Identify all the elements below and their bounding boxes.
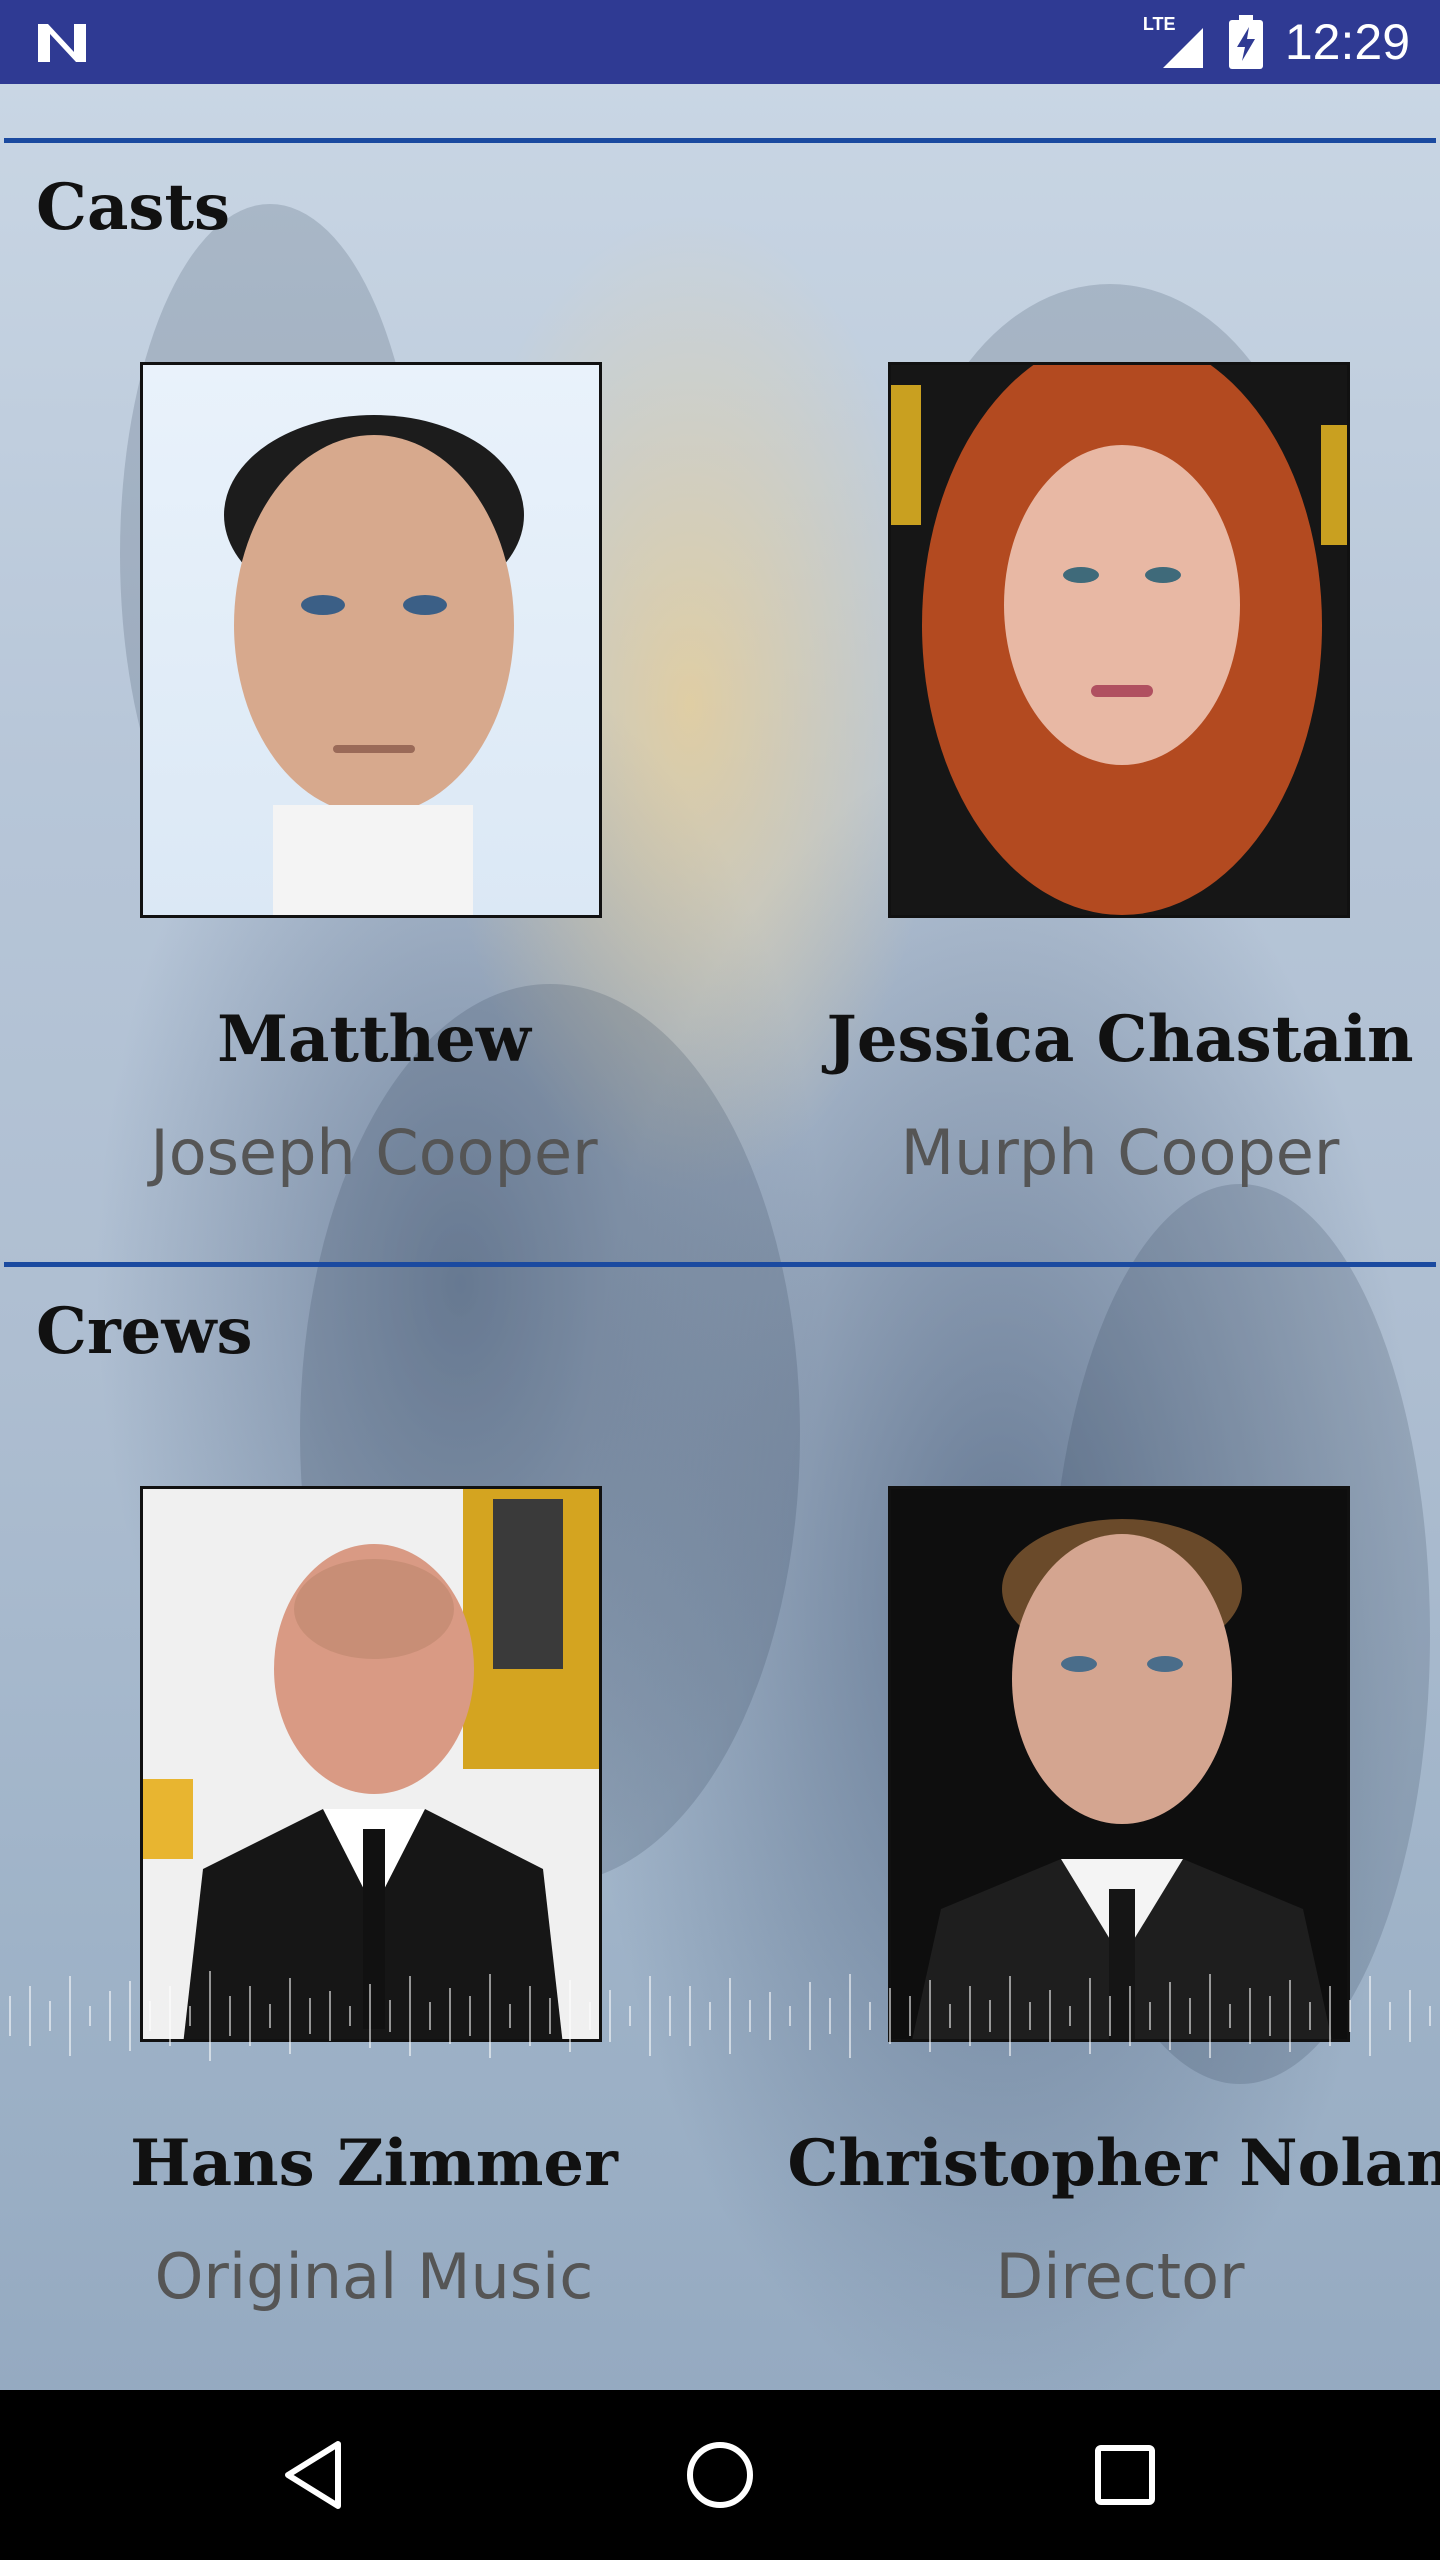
- notification-n-icon: [38, 24, 86, 62]
- waveform-decoration: [9, 1971, 1431, 2061]
- status-bar: LTE 12:29: [0, 0, 1440, 84]
- home-icon[interactable]: [675, 2430, 765, 2520]
- navigation-bar: [0, 2390, 1440, 2560]
- battery-charging-icon: [1228, 15, 1263, 69]
- cast-photo-jessica-chastain[interactable]: [888, 362, 1350, 918]
- back-icon[interactable]: [270, 2430, 360, 2520]
- casts-divider: [4, 138, 1436, 143]
- cast-role-1: Joseph Cooper: [150, 1116, 598, 1189]
- cast-name-2: Jessica Chastain: [826, 1002, 1414, 1077]
- crew-role-1: Original Music: [154, 2240, 594, 2313]
- clock: 12:29: [1284, 14, 1410, 70]
- signal-icon: LTE: [1143, 14, 1207, 70]
- cast-photo-matthew[interactable]: [140, 362, 602, 918]
- casts-section-title: Casts: [36, 170, 231, 245]
- recents-icon[interactable]: [1080, 2430, 1170, 2520]
- crews-divider: [4, 1262, 1436, 1267]
- crew-role-2: Director: [995, 2240, 1245, 2313]
- cast-name-1: Matthew: [217, 1002, 531, 1077]
- cast-role-2: Murph Cooper: [900, 1116, 1340, 1189]
- crews-section-title: Crews: [36, 1294, 253, 1369]
- crew-name-2: Christopher Nolan: [787, 2126, 1440, 2201]
- crew-name-1: Hans Zimmer: [130, 2126, 618, 2201]
